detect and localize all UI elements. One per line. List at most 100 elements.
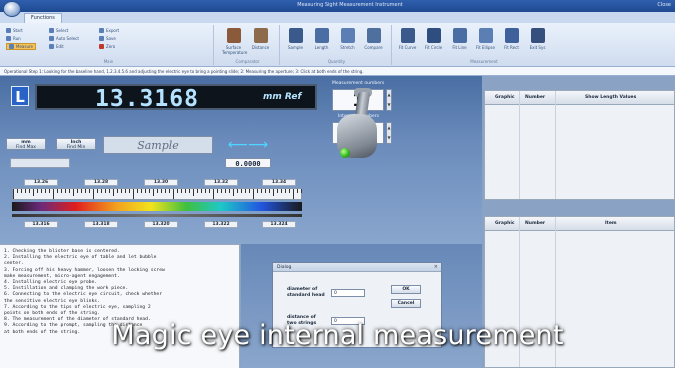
ruler-tick	[257, 189, 258, 193]
ruler-tick	[277, 189, 278, 193]
app-menu-orb-icon[interactable]	[3, 1, 21, 17]
fit-curve-button[interactable]: Fit Curve	[396, 28, 419, 58]
ruler-tick	[217, 189, 218, 193]
ruler-tick	[57, 189, 58, 193]
ruler-tick	[77, 189, 78, 193]
scale-bottom-label: 13.316	[24, 221, 58, 228]
inch-find-min-button[interactable]: Inch Find Min	[56, 138, 96, 150]
surface-temperature-button[interactable]: Surface Temperature	[222, 28, 247, 58]
scale-bottom-label: 13.324	[262, 221, 296, 228]
tab-functions[interactable]: Functions	[24, 13, 62, 23]
close-icon[interactable]: ×	[434, 264, 438, 270]
ruler-tick	[205, 189, 206, 193]
ribbon-item-measure[interactable]: Measure	[6, 43, 36, 50]
spectrum-baseline	[12, 214, 302, 217]
probe-indicator-light-icon	[340, 148, 350, 158]
ruler-tick	[49, 189, 50, 193]
ruler-tick	[189, 189, 190, 193]
measured-value: 13.3168	[95, 86, 199, 112]
compare-icon	[366, 28, 381, 43]
measurement-numbers-label: Measurement numbers	[332, 81, 385, 86]
line-icon	[452, 28, 467, 43]
length-button[interactable]: Length	[310, 28, 333, 58]
ruler-tick	[161, 189, 162, 193]
run-icon	[6, 36, 11, 41]
ribbon-item-save[interactable]: Save	[99, 35, 116, 42]
scale-top-label: 13.30	[144, 179, 178, 186]
compare-button[interactable]: Compare	[362, 28, 385, 58]
ruler-tick	[13, 189, 14, 199]
ruler-tick	[269, 189, 270, 193]
fit-rect-button[interactable]: Fit Rect	[500, 28, 523, 58]
ok-button[interactable]: OK	[391, 285, 421, 294]
close-window-button[interactable]: Close	[657, 2, 671, 8]
ruler-tick	[169, 189, 170, 193]
interval-number-spinner[interactable]: ▲ ▼	[386, 122, 392, 144]
column-item: Item	[605, 221, 617, 226]
auto-select-icon	[49, 36, 54, 41]
select-icon	[49, 28, 54, 33]
fit-circle-button[interactable]: Fit Circle	[422, 28, 445, 58]
stretch-button[interactable]: Stretch	[336, 28, 359, 58]
ruler-tick	[229, 189, 230, 193]
column-graphic: Graphic	[495, 95, 515, 100]
ribbon-item-export[interactable]: Export	[99, 27, 119, 34]
operation-instructions: Operational Step 1: Looking for the base…	[0, 67, 675, 76]
fit-ellipse-button[interactable]: Fit Ellipse	[474, 28, 497, 58]
ruler-tick	[29, 189, 30, 193]
ruler-tick	[157, 189, 158, 193]
double-arrow-icon: ⟵⟶	[227, 137, 269, 153]
ruler-tick	[301, 189, 302, 193]
ruler-tick	[233, 189, 234, 196]
measure-icon	[9, 44, 14, 49]
ruler-tick	[69, 189, 70, 193]
measurement-scale: 13.26 13.28 13.30 13.32 13.34 13.316 13.…	[12, 176, 302, 244]
sample-button[interactable]: Sample	[284, 28, 307, 58]
cancel-button[interactable]: Cancel	[391, 299, 421, 308]
ruler-tick	[245, 189, 246, 193]
length-values-table: Graphic Number Show Length Values	[484, 90, 675, 200]
ribbon-item-zero[interactable]: Zero	[99, 43, 115, 50]
distance-button[interactable]: Distance	[249, 28, 272, 58]
stretch-icon	[340, 28, 355, 43]
ribbon-item-start[interactable]: Start	[6, 27, 23, 34]
ribbon-item-select[interactable]: Select	[49, 27, 68, 34]
ruler-tick	[121, 189, 122, 193]
export-icon	[99, 28, 104, 33]
ruler-tick	[61, 189, 62, 193]
table-header: Graphic Number Item	[485, 217, 674, 231]
ribbon-item-auto-select[interactable]: Auto Select	[49, 35, 79, 42]
ribbon-item-edit[interactable]: Edit	[49, 43, 64, 50]
diameter-input[interactable]: 0	[331, 289, 365, 297]
ruler-tick	[73, 189, 74, 196]
ruler-tick	[265, 189, 266, 193]
ellipse-icon	[478, 28, 493, 43]
ruler-tick	[241, 189, 242, 193]
dialog-title: Dialog ×	[273, 263, 441, 272]
exit-sys-button[interactable]: Exit Sys	[526, 28, 549, 58]
deviation-readout: 0.0000	[225, 158, 271, 168]
table-header: Graphic Number Show Length Values	[485, 91, 674, 105]
ruler-tick	[137, 189, 138, 193]
ruler-tick	[285, 189, 286, 193]
ribbon-item-run[interactable]: Run	[6, 35, 21, 42]
ruler-tick	[197, 189, 198, 193]
diameter-label: diameter of standard head	[287, 287, 325, 298]
ruler-tick	[33, 189, 34, 196]
measured-unit: mm Ref	[263, 92, 302, 102]
ruler-tick	[185, 189, 186, 193]
column-divider	[555, 91, 556, 199]
overlay-caption: Magic eye internal measurement	[111, 320, 564, 351]
ribbon: Start Run Measure Select Auto Select Edi…	[0, 23, 675, 67]
scale-ruler	[12, 188, 302, 200]
ruler-tick	[221, 189, 222, 193]
distance-icon	[253, 28, 268, 43]
ruler-tick	[45, 189, 46, 193]
ruler-tick	[93, 189, 94, 199]
measurement-number-spinner[interactable]: ▲ ▼	[386, 89, 392, 111]
ruler-tick	[177, 189, 178, 193]
fit-line-button[interactable]: Fit Line	[448, 28, 471, 58]
ruler-tick	[113, 189, 114, 196]
ruler-tick	[153, 189, 154, 196]
mm-find-max-button[interactable]: mm Find Max	[6, 138, 46, 150]
